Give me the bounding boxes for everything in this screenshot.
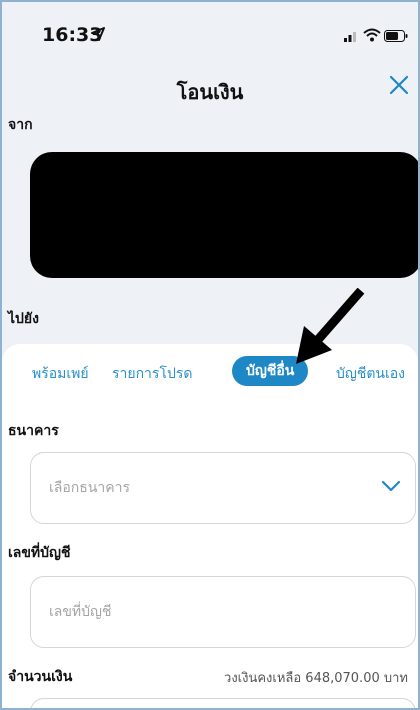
to-label: ไปยัง [8, 311, 39, 327]
wifi-icon [363, 28, 381, 42]
account-number-label: เลขที่บัญชี [8, 545, 71, 561]
close-icon[interactable] [388, 74, 410, 96]
bank-select[interactable]: เลือกธนาคาร [30, 452, 416, 524]
page-title: โอนเงิน [176, 80, 244, 104]
bank-placeholder: เลือกธนาคาร [49, 480, 130, 496]
amount-input[interactable] [30, 698, 416, 708]
tab-favorites[interactable]: รายการโปรด [112, 363, 192, 385]
status-bar: 16:33 [2, 2, 418, 64]
account-number-input[interactable]: เลขที่บัญชี [30, 576, 416, 648]
account-number-placeholder: เลขที่บัญชี [49, 604, 112, 620]
from-label: จาก [8, 117, 33, 133]
pointer-arrow-icon [296, 288, 365, 364]
location-arrow-icon [91, 27, 105, 41]
available-balance: วงเงินคงเหลือ 648,070.00 บาท [224, 671, 408, 686]
tab-promptpay[interactable]: พร้อมเพย์ [32, 363, 89, 385]
amount-label: จำนวนเงิน [8, 669, 73, 685]
signal-icon [344, 32, 356, 42]
transfer-panel [2, 344, 418, 708]
bank-label: ธนาคาร [8, 423, 59, 439]
battery-icon [384, 30, 408, 42]
chevron-down-icon [381, 480, 401, 492]
source-account-card[interactable] [30, 152, 418, 278]
app-frame: 16:33 โอนเงิน จาก ไปยัง พร้อมเพย์ รายการ… [0, 0, 420, 710]
